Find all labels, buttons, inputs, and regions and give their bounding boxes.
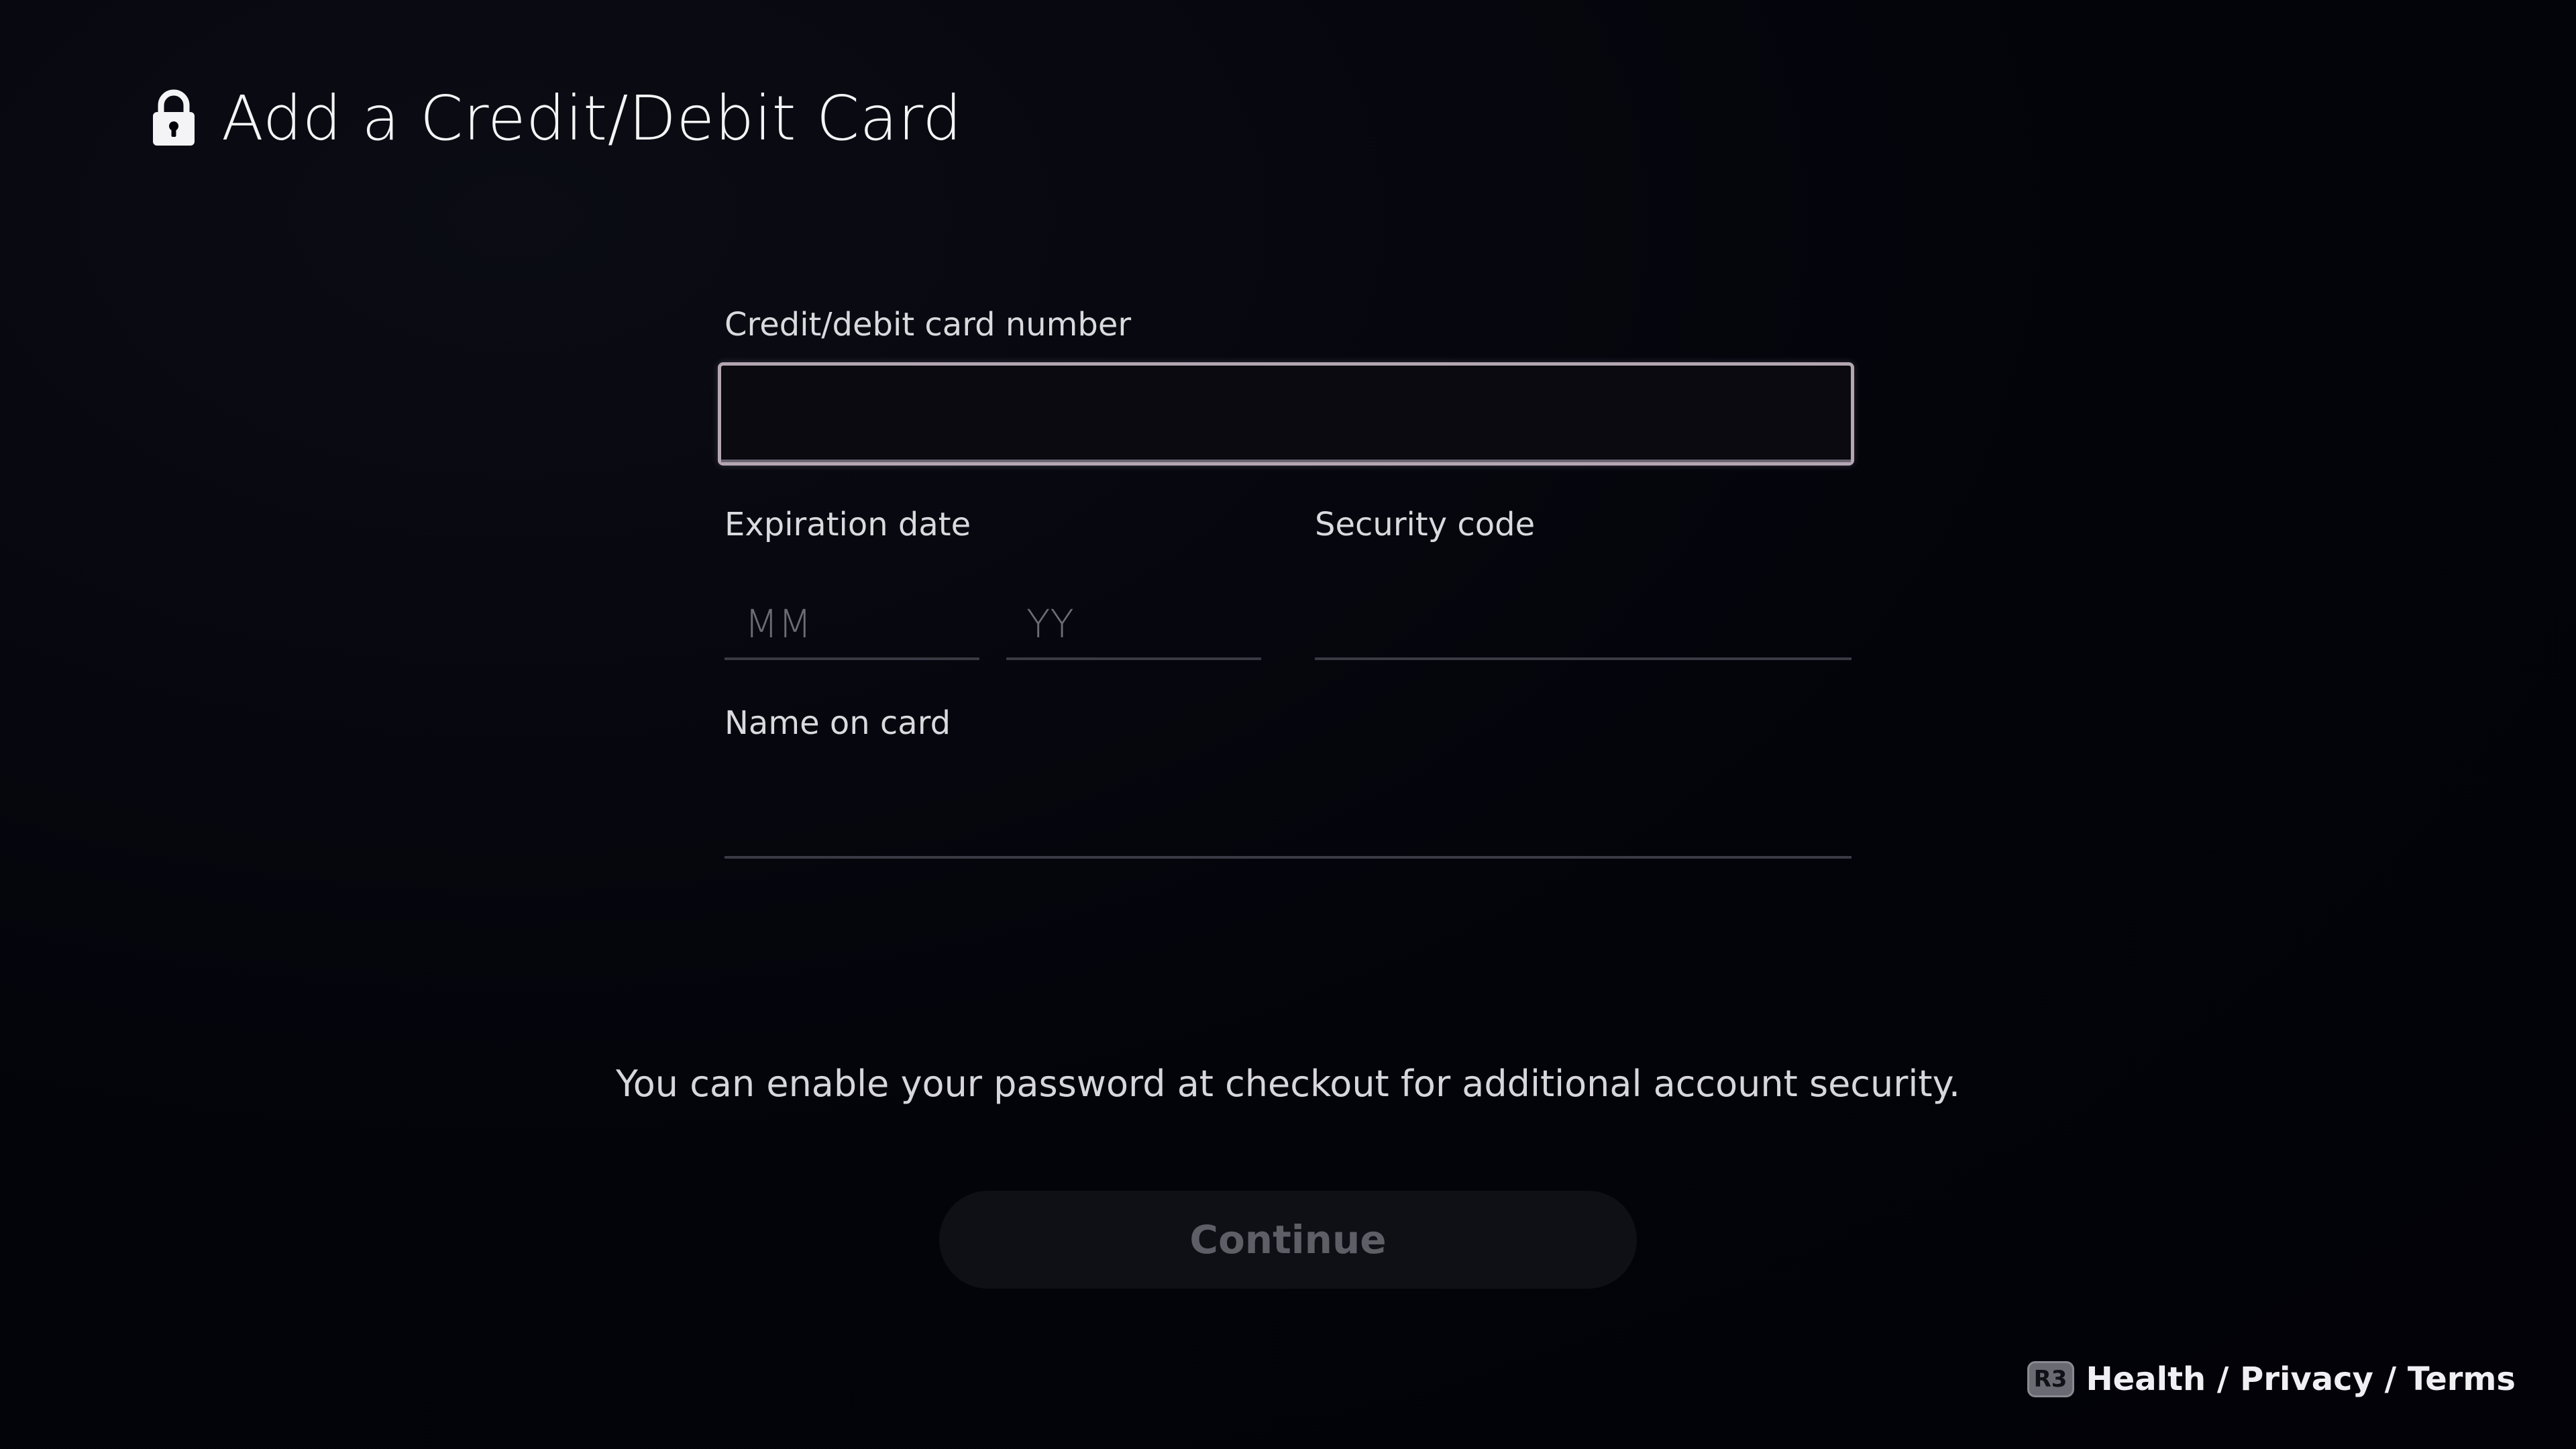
security-code-label: Security code <box>1315 506 1536 543</box>
expiration-date-label: Expiration date <box>724 506 971 543</box>
health-privacy-terms-link[interactable]: R3 Health / Privacy / Terms <box>2027 1360 2516 1398</box>
card-number-label: Credit/debit card number <box>724 306 1132 343</box>
name-on-card-label: Name on card <box>724 704 951 742</box>
add-card-screen: Add a Credit/Debit Card Credit/debit car… <box>0 0 2576 1449</box>
card-number-input[interactable] <box>718 362 1854 466</box>
expiration-month-input[interactable]: MM <box>724 584 979 660</box>
lock-icon <box>153 89 195 146</box>
footer-link-text: Health / Privacy / Terms <box>2086 1360 2516 1398</box>
page-title: Add a Credit/Debit Card <box>221 82 963 154</box>
security-info-text: You can enable your password at checkout… <box>615 1063 1961 1105</box>
expiration-month-placeholder: MM <box>745 601 812 647</box>
continue-button[interactable]: Continue <box>939 1191 1637 1289</box>
expiration-year-input[interactable]: YY <box>1006 584 1261 660</box>
expiration-year-placeholder: YY <box>1026 601 1074 647</box>
page-header: Add a Credit/Debit Card <box>152 78 962 158</box>
name-on-card-input[interactable] <box>724 782 1851 859</box>
security-code-input[interactable] <box>1315 584 1851 660</box>
r3-button-icon: R3 <box>2027 1361 2074 1397</box>
